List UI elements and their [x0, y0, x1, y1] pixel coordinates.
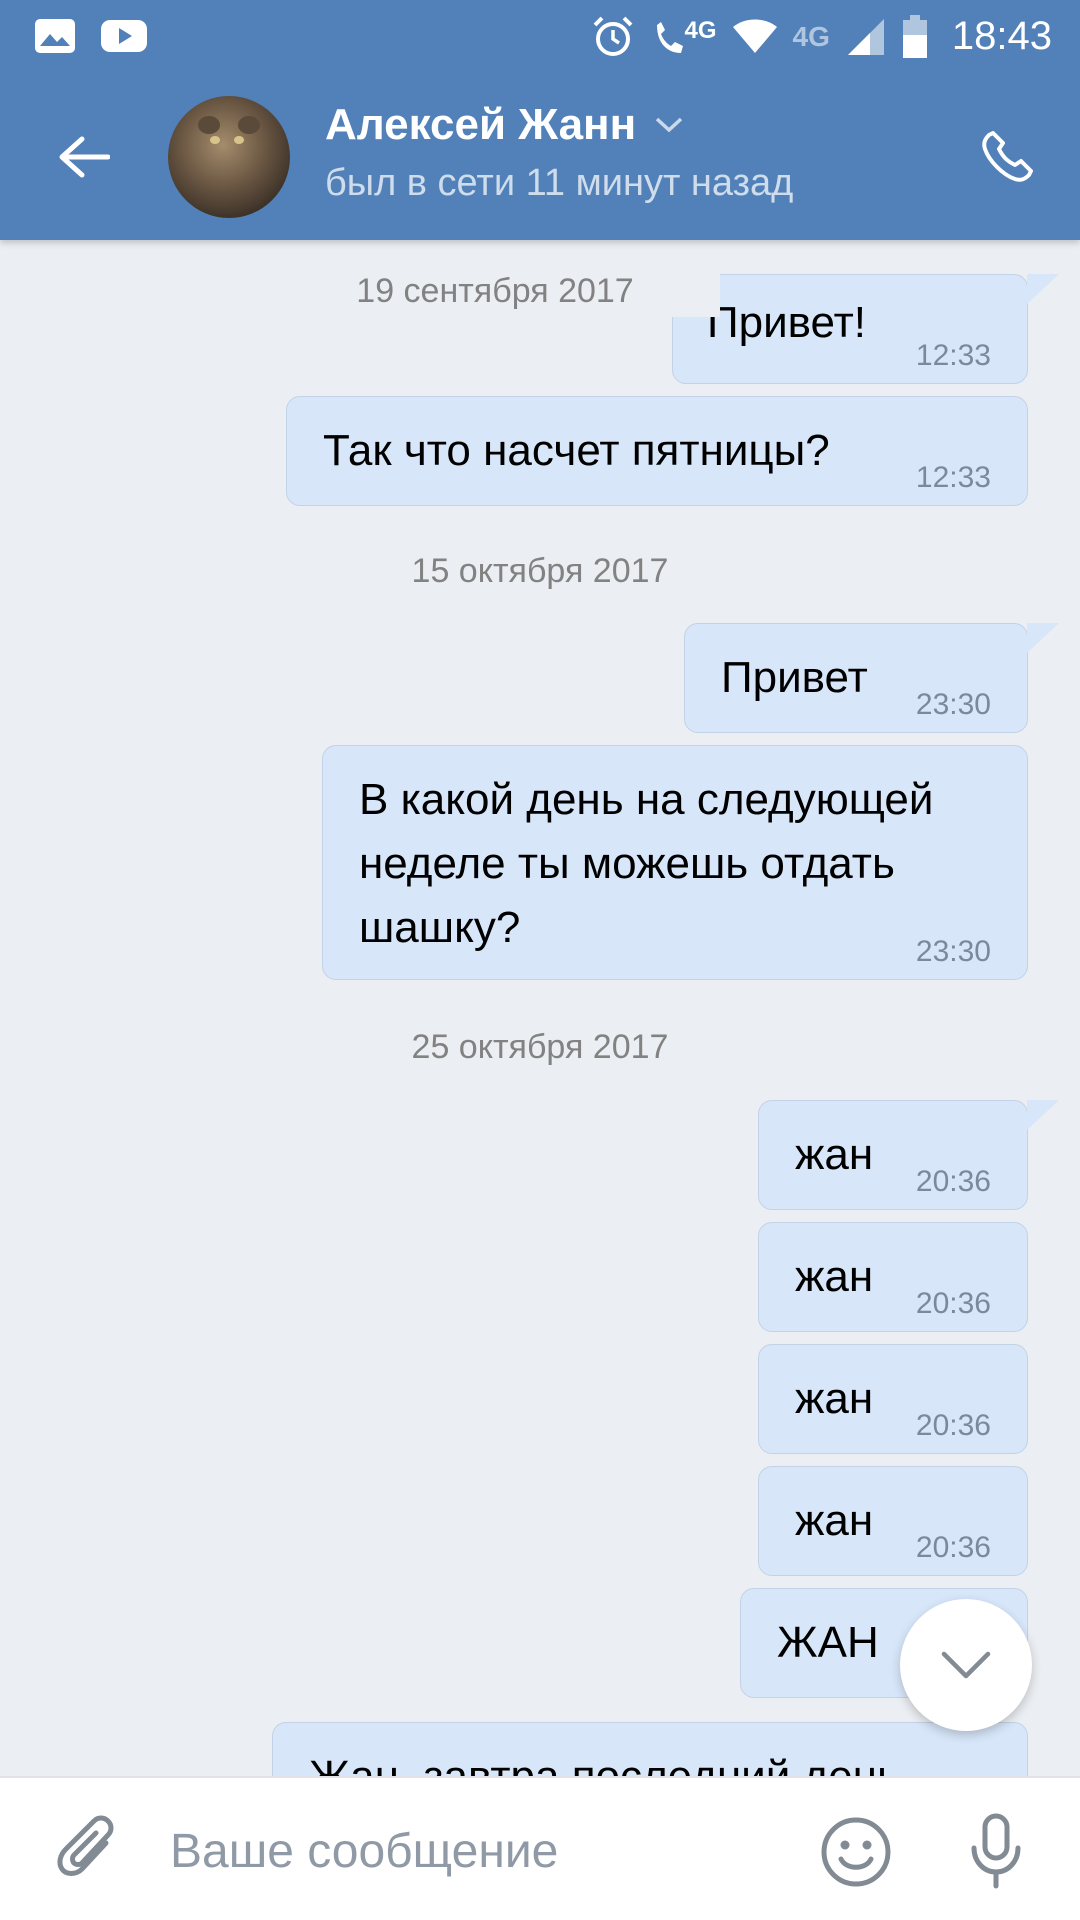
contact-avatar[interactable] — [168, 96, 290, 218]
message-text: жан — [795, 1374, 874, 1423]
attach-button[interactable] — [52, 1812, 124, 1884]
emoji-button[interactable] — [818, 1814, 894, 1890]
contact-last-seen: был в сети 11 минут назад — [325, 162, 794, 204]
date-separator: 19 сентября 2017 — [270, 272, 720, 317]
message-input[interactable] — [170, 1816, 790, 1886]
message-time: 12:33 — [915, 461, 991, 494]
clock: 18:43 — [951, 14, 1052, 58]
alarm-icon — [593, 16, 632, 56]
message-text: Так что насчет пятницы? — [323, 426, 830, 475]
arrow-left-icon — [59, 136, 110, 178]
chevron-down-icon — [941, 1651, 991, 1679]
message-composer — [0, 1776, 1080, 1920]
message-thread[interactable]: Привет! 12:33 19 сентября 2017 Так что н… — [0, 240, 1080, 1776]
message-text: Жан, завтра последний день — [309, 1745, 900, 1776]
youtube-notification-icon — [101, 20, 147, 52]
message-bubble[interactable]: жан 20:36 — [758, 1100, 1059, 1210]
battery-icon — [902, 14, 927, 58]
gallery-notification-icon — [35, 19, 75, 53]
chevron-down-icon — [656, 117, 683, 133]
call-status-icon — [656, 21, 683, 53]
message-time: 23:30 — [915, 935, 991, 968]
signal-icon — [847, 18, 884, 55]
message-bubble[interactable]: В какой день на следующей неделе ты може… — [322, 745, 1028, 980]
phone-icon — [982, 131, 1033, 182]
voice-message-button[interactable] — [958, 1810, 1034, 1894]
message-bubble[interactable]: Привет 23:30 — [684, 623, 1059, 733]
message-text: ЖАН — [777, 1618, 879, 1667]
message-text: Привет! — [707, 298, 866, 347]
message-bubble[interactable]: Привет! 12:33 — [672, 274, 1059, 384]
message-text: В какой день на следующей неделе ты може… — [359, 775, 934, 952]
message-time: 20:36 — [915, 1409, 991, 1442]
date-separator: 25 октября 2017 — [411, 1028, 669, 1066]
microphone-icon — [971, 1813, 1021, 1889]
message-bubble[interactable]: жан 20:36 — [758, 1344, 1028, 1454]
network-type-label-secondary: 4G — [792, 20, 830, 52]
message-text: Привет — [721, 653, 868, 702]
message-time: 12:33 — [915, 339, 991, 372]
message-text: жан — [795, 1130, 874, 1179]
status-bar: 4G 4G 18:43 — [0, 0, 1080, 74]
message-time: 20:36 — [915, 1165, 991, 1198]
message-bubble[interactable]: жан 20:36 — [758, 1466, 1028, 1576]
message-bubble[interactable]: Так что насчет пятницы? 12:33 — [286, 396, 1028, 506]
back-button[interactable] — [52, 125, 116, 189]
message-time: 20:36 — [915, 1531, 991, 1564]
contact-name-text: Алексей Жанн — [325, 100, 637, 149]
scroll-to-bottom-button[interactable] — [900, 1599, 1032, 1731]
wifi-icon — [732, 19, 777, 53]
message-time: 20:36 — [915, 1287, 991, 1320]
network-type-label: 4G — [684, 16, 717, 44]
message-bubble[interactable]: Жан, завтра последний день — [272, 1722, 1028, 1776]
message-time: 23:30 — [915, 688, 991, 721]
message-text: жан — [795, 1496, 874, 1545]
paperclip-icon — [57, 1815, 114, 1876]
smiley-icon — [821, 1817, 891, 1887]
message-text: жан — [795, 1252, 874, 1301]
contact-name[interactable]: Алексей Жанн — [325, 100, 684, 150]
call-button[interactable] — [974, 124, 1040, 190]
message-bubble[interactable]: жан 20:36 — [758, 1222, 1028, 1332]
date-separator: 15 октября 2017 — [411, 552, 669, 590]
chat-header: 4G 4G 18:43 Алексей Жанн был в сети 11 м… — [0, 0, 1080, 240]
